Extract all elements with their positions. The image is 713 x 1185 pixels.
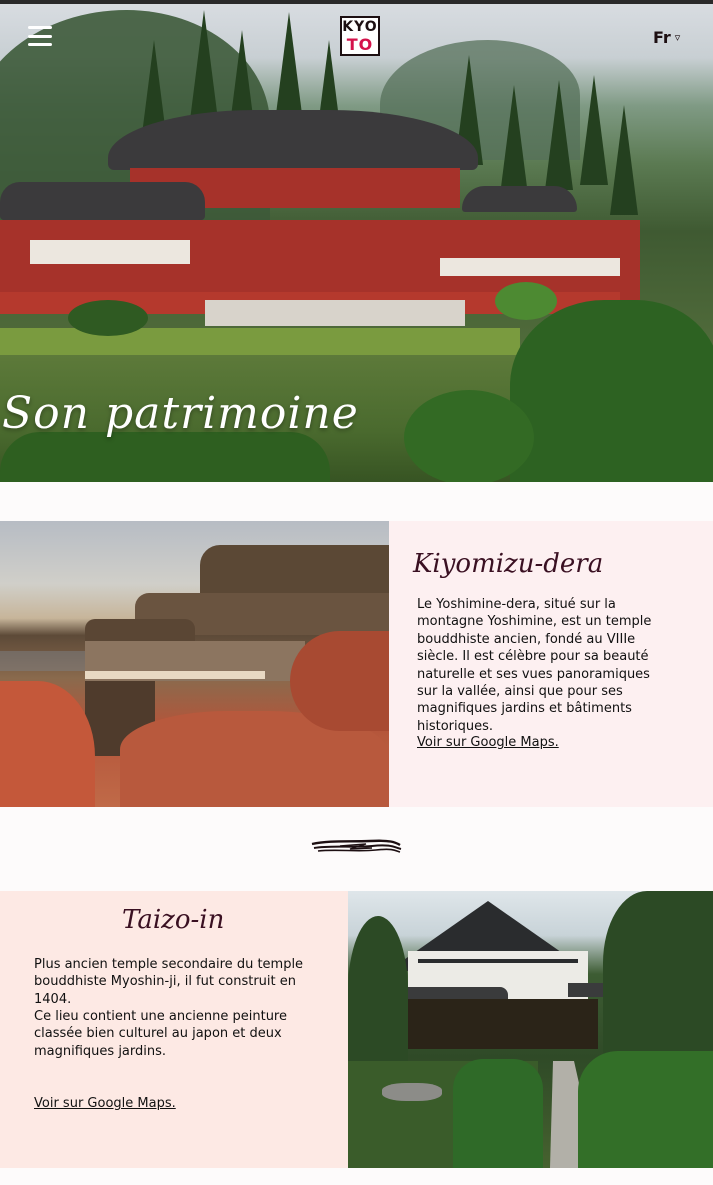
temple-roof	[0, 182, 205, 220]
hedge	[453, 1059, 543, 1168]
language-selector[interactable]: Fr ▿	[653, 28, 680, 47]
language-label: Fr	[653, 28, 671, 47]
hamburger-menu-icon[interactable]	[28, 24, 52, 48]
temple-roof	[462, 186, 577, 212]
logo-bottom-text: TO	[346, 35, 374, 54]
tree-decoration	[500, 85, 528, 195]
temple-panel	[440, 258, 620, 276]
tree-decoration	[580, 75, 608, 185]
temple-base	[408, 999, 598, 1049]
taizo-in-photo	[348, 891, 713, 1168]
tree-decoration	[348, 916, 408, 1066]
hero-banner: KYO TO Fr ▿ Son patrimoine	[0, 0, 713, 482]
section-title: Taizo-in	[122, 905, 225, 935]
autumn-trees	[0, 681, 95, 807]
google-maps-link[interactable]: Voir sur Google Maps.	[417, 735, 559, 750]
section-title: Kiyomizu-dera	[413, 549, 604, 579]
chevron-down-icon: ▿	[674, 31, 681, 44]
garden-stone	[382, 1083, 442, 1101]
tree-decoration	[190, 10, 218, 120]
menu-line	[28, 34, 52, 38]
section-description: Plus ancien temple secondaire du temple …	[34, 957, 304, 1007]
hero-title: Son patrimoine	[2, 388, 359, 439]
tree-decoration	[545, 80, 573, 190]
top-border	[0, 0, 713, 4]
bush-decoration	[68, 300, 148, 336]
google-maps-link[interactable]: Voir sur Google Maps.	[34, 1096, 176, 1111]
section-description: Le Yoshimine-dera, situé sur la montagne…	[417, 597, 652, 734]
kiyomizu-dera-photo	[0, 521, 389, 807]
tree-decoration	[275, 12, 303, 122]
hedge	[578, 1051, 713, 1168]
lawn	[0, 328, 520, 358]
bush-decoration	[404, 390, 534, 482]
taizo-in-card: Taizo-in Plus ancien temple secondaire d…	[0, 891, 348, 1168]
menu-line	[28, 43, 52, 46]
temple-steps	[205, 300, 465, 326]
kiyomizu-dera-card: Kiyomizu-dera Le Yoshimine-dera, situé s…	[389, 521, 713, 807]
section-description: Ce lieu contient une ancienne peinture c…	[34, 1009, 287, 1059]
temple-panel	[30, 240, 190, 264]
bush-decoration	[0, 432, 330, 482]
logo-top-text: KYO	[342, 19, 378, 35]
brush-stroke-divider-icon	[311, 839, 402, 853]
bush-decoration	[495, 282, 557, 320]
autumn-trees	[290, 631, 389, 731]
menu-line	[28, 26, 52, 29]
tree-decoration	[610, 105, 638, 215]
temple-beam	[418, 959, 578, 963]
bush-decoration	[510, 300, 713, 482]
tree-decoration	[603, 891, 713, 1071]
temple-balcony	[85, 671, 265, 679]
kyoto-logo[interactable]: KYO TO	[340, 16, 380, 56]
